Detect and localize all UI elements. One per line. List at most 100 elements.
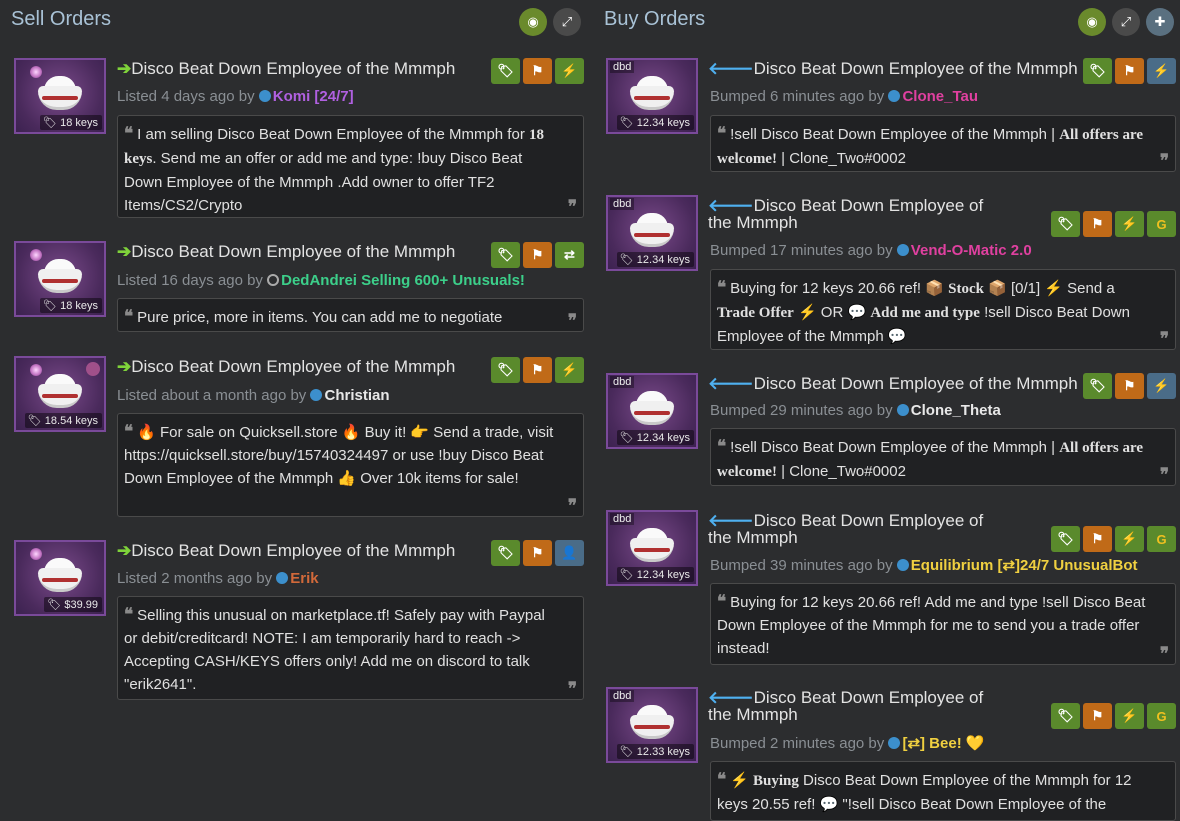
user-link[interactable]: Equilibrium [⇄]24/7 UnusualBot	[911, 557, 1138, 574]
user-link[interactable]: Vend-O-Matic 2.0	[911, 242, 1032, 259]
hat-image	[630, 528, 674, 564]
user-link[interactable]: DedAndrei Selling 600+ Unusuals!	[281, 272, 525, 289]
buy-arrow-icon: 🡐	[708, 59, 754, 78]
listing-title[interactable]: ➔Disco Beat Down Employee of the Mmmph	[117, 542, 455, 560]
msg-text: !sell Disco Beat Down Employee of the Mm…	[730, 439, 1060, 456]
lightning-icon[interactable]: ⚡	[555, 58, 584, 84]
item-thumbnail[interactable]: dbd 🏷 12.34 keys	[606, 195, 698, 271]
tag-icon[interactable]: 🏷	[491, 540, 520, 566]
hide-eye-icon[interactable]: ◉	[1078, 8, 1106, 36]
lightning-icon[interactable]: ⚡	[1115, 211, 1144, 237]
user-link[interactable]: [⇄] Bee! 💛	[902, 735, 984, 752]
flag-icon[interactable]: ⚑	[1083, 526, 1112, 552]
user-link[interactable]: Komi [24/7]	[273, 88, 354, 105]
listing-title[interactable]: ➔Disco Beat Down Employee of the Mmmph	[117, 243, 455, 261]
listing-actions: 🏷 ⚑ ⚡	[1083, 58, 1176, 84]
tag-icon[interactable]: 🏷	[1083, 373, 1112, 399]
item-thumbnail[interactable]: 🏷 18 keys	[14, 241, 106, 317]
user-link[interactable]: Erik	[290, 570, 318, 587]
msg-text: ⚡ OR 💬	[793, 304, 871, 321]
hide-eye-icon[interactable]: ◉	[519, 8, 547, 36]
listing-actions: 🏷 ⚑ ⚡	[1083, 373, 1176, 399]
lightning-icon[interactable]: ⚡	[555, 357, 584, 383]
buy-arrow-icon: 🡐	[708, 374, 754, 393]
g-icon[interactable]: G	[1147, 526, 1176, 552]
meta-text: Listed 2 months ago by	[117, 570, 273, 587]
tag-icon[interactable]: 🏷	[1051, 526, 1080, 552]
swap-icon[interactable]: ⇄	[555, 242, 584, 268]
item-thumbnail[interactable]: 🏷 $39.99	[14, 540, 106, 616]
item-thumbnail[interactable]: dbd 🏷 12.34 keys	[606, 373, 698, 449]
dbd-badge: dbd	[610, 376, 635, 388]
lightning-icon[interactable]: ⚡	[1147, 58, 1176, 84]
listing-title[interactable]: 🡐Disco Beat Down Employee of the Mmmph	[708, 689, 1008, 723]
item-thumbnail[interactable]: 🏷 18 keys	[14, 58, 106, 134]
msg-text: Pure price, more in items. You can add m…	[137, 309, 503, 326]
title-text: Disco Beat Down Employee of the Mmmph	[753, 59, 1078, 78]
expand-icon[interactable]: ⤢	[553, 8, 581, 36]
price-label: 12.34 keys	[636, 254, 690, 266]
title-text: Disco Beat Down Employee of the Mmmph	[131, 242, 456, 261]
tag-icon[interactable]: 🏷	[1083, 58, 1112, 84]
tag-icon[interactable]: 🏷	[491, 242, 520, 268]
add-icon[interactable]: ✚	[1146, 8, 1174, 36]
flag-icon[interactable]: ⚑	[1115, 58, 1144, 84]
user-link[interactable]: Christian	[324, 387, 389, 404]
listing-title[interactable]: ➔Disco Beat Down Employee of the Mmmph	[117, 60, 455, 78]
msg-text: | Clone_Two#0002	[776, 150, 906, 167]
flag-icon[interactable]: ⚑	[523, 58, 552, 84]
price-label: 18.54 keys	[44, 415, 98, 427]
item-thumbnail[interactable]: 🏷 18.54 keys	[14, 356, 106, 432]
price-label: 12.34 keys	[636, 432, 690, 444]
online-dot-icon	[896, 404, 909, 416]
listing-title[interactable]: 🡐Disco Beat Down Employee of the Mmmph	[708, 60, 1078, 78]
listing-actions: 🏷 ⚑ ⚡ G	[1051, 526, 1176, 552]
price-label: $39.99	[64, 599, 98, 611]
sell-arrow-icon: ➔	[117, 357, 132, 376]
meta-text: Listed about a month ago by	[117, 387, 307, 404]
meta-text: Bumped 17 minutes ago by	[710, 242, 893, 259]
price-label: 12.34 keys	[636, 569, 690, 581]
user-link[interactable]: Clone_Tau	[902, 88, 978, 105]
flag-icon[interactable]: ⚑	[1115, 373, 1144, 399]
price-tag: 🏷 12.34 keys	[616, 567, 694, 582]
item-thumbnail[interactable]: dbd 🏷 12.33 keys	[606, 687, 698, 763]
flag-icon[interactable]: ⚑	[1083, 703, 1112, 729]
g-icon[interactable]: G	[1147, 211, 1176, 237]
msg-emphasis: Trade Offer	[717, 305, 794, 321]
listing-title[interactable]: ➔Disco Beat Down Employee of the Mmmph	[117, 358, 455, 376]
lightning-icon[interactable]: ⚡	[1115, 703, 1144, 729]
price-tag: 🏷 $39.99	[44, 597, 102, 612]
flag-icon[interactable]: ⚑	[523, 242, 552, 268]
title-text: Disco Beat Down Employee of the Mmmph	[753, 374, 1078, 393]
user-link[interactable]: Clone_Theta	[911, 402, 1001, 419]
listing-title[interactable]: 🡐Disco Beat Down Employee of the Mmmph	[708, 197, 1008, 231]
quote-close-icon: ❞	[567, 679, 577, 698]
g-icon[interactable]: G	[1147, 703, 1176, 729]
meta-text: Listed 16 days ago by	[117, 272, 263, 289]
listing-meta: Bumped 6 minutes ago by Clone_Tau	[710, 88, 978, 105]
flag-icon[interactable]: ⚑	[1083, 211, 1112, 237]
flag-icon[interactable]: ⚑	[523, 540, 552, 566]
lightning-icon[interactable]: ⚡	[1115, 526, 1144, 552]
flag-icon[interactable]: ⚑	[523, 357, 552, 383]
listing-title[interactable]: 🡐Disco Beat Down Employee of the Mmmph	[708, 512, 1008, 546]
quote-open-icon: ❝	[717, 592, 727, 611]
listing-title[interactable]: 🡐Disco Beat Down Employee of the Mmmph	[708, 375, 1078, 393]
hat-image	[630, 705, 674, 741]
msg-text: | Clone_Two#0002	[776, 463, 906, 480]
lightning-icon[interactable]: ⚡	[1147, 373, 1176, 399]
tag-icon[interactable]: 🏷	[1051, 703, 1080, 729]
meta-text: Bumped 29 minutes ago by	[710, 402, 893, 419]
quote-open-icon: ❝	[717, 437, 727, 456]
item-thumbnail[interactable]: dbd 🏷 12.34 keys	[606, 510, 698, 586]
tag-icon[interactable]: 🏷	[491, 58, 520, 84]
item-thumbnail[interactable]: dbd 🏷 12.34 keys	[606, 58, 698, 134]
expand-icon[interactable]: ⤢	[1112, 8, 1140, 36]
tag-icon[interactable]: 🏷	[491, 357, 520, 383]
price-label: 18 keys	[60, 117, 98, 129]
listing-meta: Bumped 39 minutes ago by Equilibrium [⇄]…	[710, 556, 1138, 574]
add-user-icon[interactable]: 👤	[555, 540, 584, 566]
tag-icon[interactable]: 🏷	[1051, 211, 1080, 237]
hat-image	[630, 76, 674, 112]
